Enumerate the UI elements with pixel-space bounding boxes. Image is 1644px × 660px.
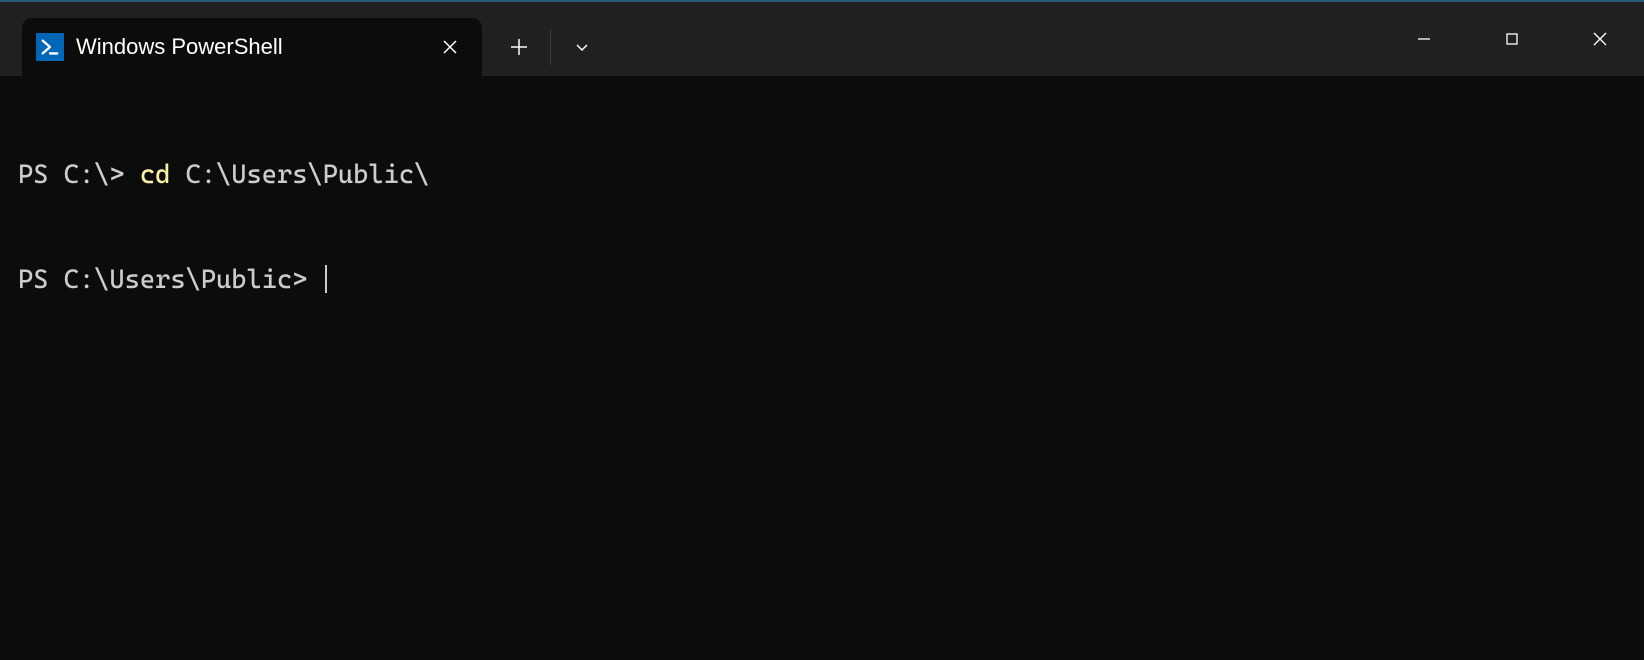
terminal-line: PS C:\Users\Public> <box>18 263 1626 298</box>
terminal-argument: C:\Users\Public\ <box>170 158 429 193</box>
powershell-icon <box>36 33 64 61</box>
minimize-button[interactable] <box>1380 10 1468 68</box>
tab-active[interactable]: Windows PowerShell <box>22 18 482 76</box>
window-controls <box>1380 2 1644 76</box>
close-window-button[interactable] <box>1556 10 1644 68</box>
tab-controls <box>494 18 607 76</box>
terminal-prompt: PS C:\> <box>18 158 140 193</box>
terminal-cursor <box>325 265 327 293</box>
terminal-body[interactable]: PS C:\> cd C:\Users\Public\ PS C:\Users\… <box>0 76 1644 346</box>
tab-title: Windows PowerShell <box>76 34 424 60</box>
maximize-button[interactable] <box>1468 10 1556 68</box>
titlebar: Windows PowerShell <box>0 0 1644 76</box>
tab-area: Windows PowerShell <box>0 2 607 76</box>
tab-divider <box>550 29 551 65</box>
terminal-line: PS C:\> cd C:\Users\Public\ <box>18 158 1626 193</box>
terminal-prompt: PS C:\Users\Public> <box>18 263 323 298</box>
terminal-command: cd <box>140 158 170 193</box>
new-tab-button[interactable] <box>494 22 544 72</box>
tab-close-button[interactable] <box>436 33 464 61</box>
tab-dropdown-button[interactable] <box>557 22 607 72</box>
